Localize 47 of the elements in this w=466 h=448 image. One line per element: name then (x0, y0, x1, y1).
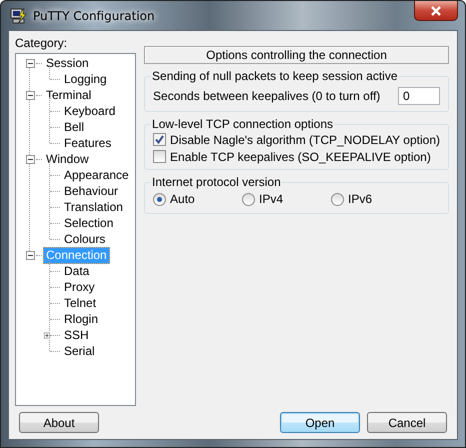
radio-label: Auto (170, 192, 195, 206)
radio-label: IPv6 (348, 192, 372, 206)
close-button[interactable] (414, 1, 458, 21)
tree-item[interactable]: Keyboard (61, 102, 118, 120)
checkbox[interactable] (153, 133, 166, 146)
tree-item[interactable]: Data (61, 262, 92, 280)
checkbox-label: Enable TCP keepalives (SO_KEEPALIVE option) (170, 150, 431, 164)
group-title: Sending of null packets to keep session active (151, 69, 399, 83)
tree-item[interactable]: Proxy (61, 278, 98, 296)
push-button[interactable]: Cancel (367, 412, 447, 433)
tree-item[interactable]: Session (43, 54, 92, 72)
checkbox-label: Disable Nagle's algorithm (TCP_NODELAY option) (170, 132, 440, 146)
radio-button[interactable] (242, 192, 256, 206)
tree-item[interactable]: Selection (61, 214, 116, 232)
checkbox[interactable] (153, 150, 166, 163)
radio-label: IPv4 (259, 192, 284, 206)
tree-item[interactable]: Serial (61, 342, 98, 360)
tree-item[interactable]: SSH (61, 326, 92, 344)
collapse-icon[interactable] (26, 154, 34, 164)
panel-title: Options controlling the connection (144, 46, 449, 64)
tree-item[interactable]: Rlogin (61, 310, 102, 328)
push-button[interactable]: Open (280, 412, 360, 433)
close-icon (430, 6, 442, 16)
tree-item[interactable]: Translation (61, 198, 126, 216)
tree-item[interactable]: Bell (61, 118, 88, 136)
group-title: Internet protocol version (151, 175, 282, 189)
tree-item[interactable]: Features (61, 134, 114, 152)
tree-item[interactable]: Window (43, 150, 92, 168)
radio-button[interactable] (331, 192, 344, 206)
push-button[interactable]: About (19, 412, 99, 433)
tree-item[interactable]: Terminal (43, 86, 94, 104)
collapse-icon[interactable] (26, 90, 34, 100)
window-title: PuTTY Configuration (33, 8, 155, 22)
expand-icon[interactable] (44, 330, 50, 340)
category-label: Category: (15, 36, 68, 51)
collapse-icon[interactable] (26, 58, 34, 68)
tree-item[interactable]: Appearance (61, 166, 132, 184)
tree-item[interactable]: Colours (61, 230, 108, 248)
group-title: Low-level TCP connection options (151, 117, 334, 131)
tree-item[interactable]: Logging (61, 70, 110, 88)
input-field[interactable]: 0 (398, 87, 440, 105)
field-label: Seconds between keepalives (0 to turn off) (153, 89, 382, 103)
tree-item[interactable]: Behaviour (61, 182, 122, 200)
computer-icon (10, 6, 28, 24)
radio-button[interactable] (153, 192, 166, 206)
collapse-icon[interactable] (26, 250, 34, 260)
tree-item[interactable]: Telnet (61, 294, 100, 312)
